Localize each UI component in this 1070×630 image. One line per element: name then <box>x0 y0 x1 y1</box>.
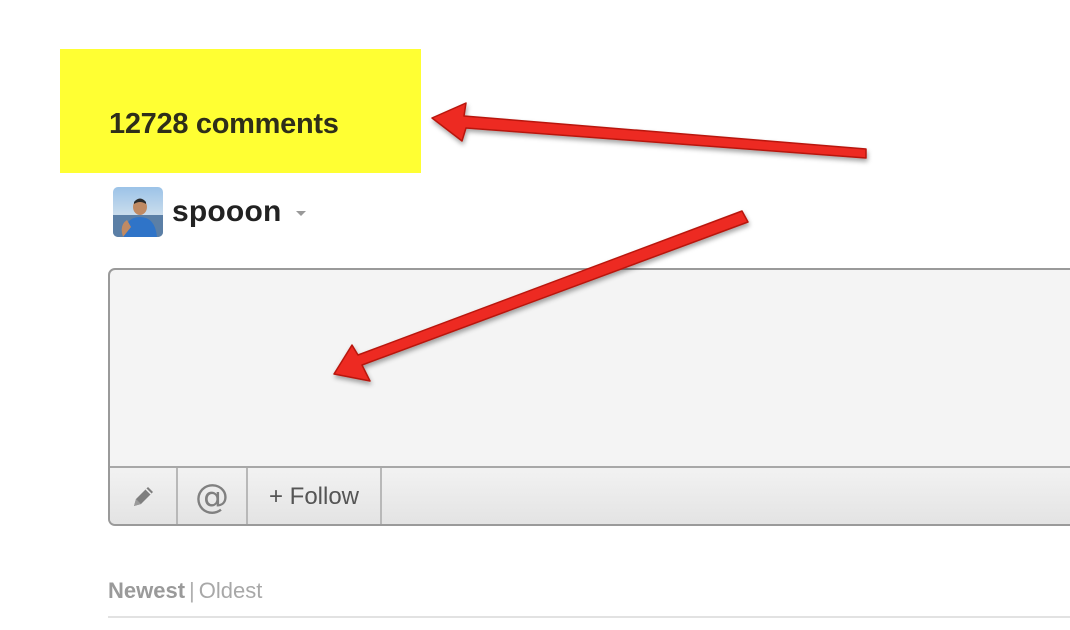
sort-oldest[interactable]: Oldest <box>199 578 263 603</box>
comment-composer: @ + Follow <box>108 268 1070 526</box>
comment-input[interactable] <box>110 270 1070 466</box>
at-sign-icon: @ <box>195 477 229 517</box>
follow-label: + Follow <box>268 483 360 510</box>
divider <box>108 616 1070 618</box>
comment-count: 12728 comments <box>109 108 339 140</box>
disqus-comments-page: 12728 comments spooon @ + Follow Newest … <box>0 0 1070 630</box>
edit-button[interactable] <box>110 468 178 524</box>
chevron-down-icon[interactable] <box>295 210 306 216</box>
sort-newest[interactable]: Newest <box>108 578 185 603</box>
sort-separator: | <box>189 578 195 603</box>
arrow-to-comment-count <box>431 102 867 159</box>
sort-options: Newest | Oldest <box>108 578 262 604</box>
composer-toolbar: @ + Follow <box>110 466 1070 524</box>
user-bar: spooon <box>113 186 306 238</box>
username[interactable]: spooon <box>172 195 282 229</box>
follow-button[interactable]: + Follow <box>248 468 382 524</box>
avatar[interactable] <box>113 187 163 237</box>
avatar-photo <box>113 187 163 237</box>
mention-button[interactable]: @ <box>178 468 248 524</box>
pencil-icon <box>134 487 153 506</box>
